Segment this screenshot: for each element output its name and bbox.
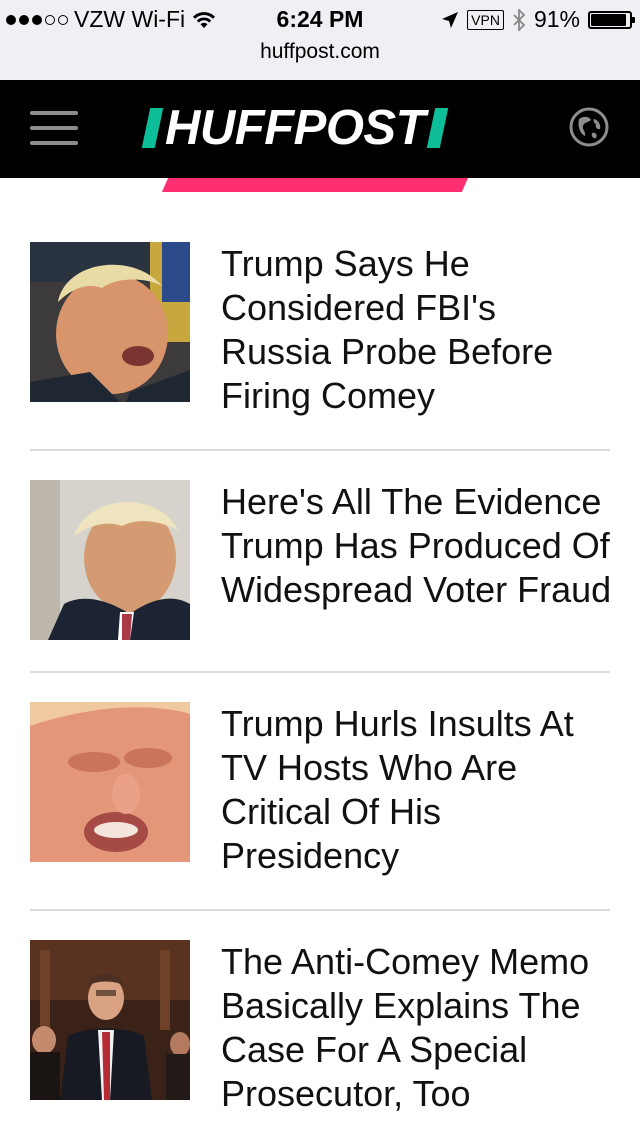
article-thumbnail[interactable] [30, 702, 190, 862]
site-logo[interactable]: HUFFPOST [141, 98, 449, 158]
section-accent-bar [162, 178, 468, 192]
article-divider [30, 909, 610, 911]
menu-icon[interactable] [30, 111, 78, 147]
status-bar: VZW Wi-Fi 6:24 PM VPN 91% huffpost.com [0, 0, 640, 80]
article-headline[interactable]: Trump Says He Considered FBI's Russia Pr… [221, 242, 616, 418]
location-arrow-icon [442, 11, 459, 28]
article-divider [30, 449, 610, 451]
article-headline[interactable]: The Anti-Comey Memo Basically Explains T… [221, 940, 616, 1116]
article-thumbnail[interactable] [30, 242, 190, 402]
article-thumbnail[interactable] [30, 940, 190, 1100]
url-bar[interactable]: huffpost.com [0, 40, 640, 64]
battery-icon [588, 10, 635, 29]
globe-icon[interactable] [569, 107, 609, 147]
battery-percent: 91% [533, 6, 580, 32]
logo-text: HUFFPOST [165, 101, 426, 155]
vpn-badge: VPN [467, 9, 504, 30]
site-header: HUFFPOST [0, 80, 640, 178]
article-divider [30, 671, 610, 673]
article-thumbnail[interactable] [30, 480, 190, 640]
bluetooth-icon [513, 8, 526, 31]
article-headline[interactable]: Here's All The Evidence Trump Has Produc… [221, 480, 616, 612]
article-headline[interactable]: Trump Hurls Insults At TV Hosts Who Are … [221, 702, 616, 878]
